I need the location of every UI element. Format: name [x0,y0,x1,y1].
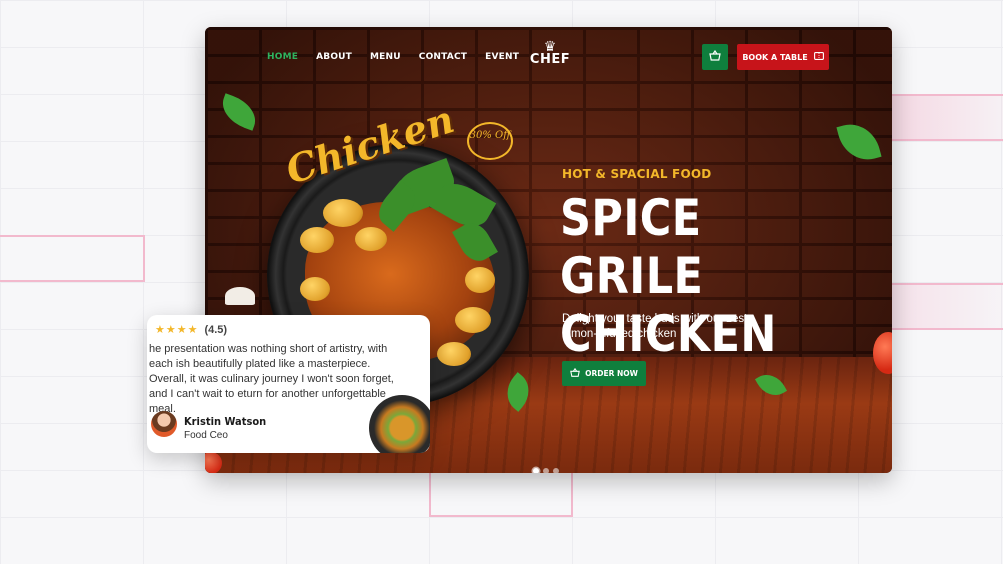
potato [355,227,387,251]
hero-description: Delight your taste buds with our zesty l… [562,313,754,340]
decor-fade [890,283,1003,330]
logo-text: CHEF [529,52,571,67]
slider-dot[interactable] [533,468,539,473]
nav-contact[interactable]: CONTACT [419,52,467,62]
decor-box [0,235,145,282]
reviewer-name: Kristin Watson [184,415,267,428]
potato [300,227,334,253]
main-nav: HOME ABOUT MENU CONTACT EVENT [267,52,519,62]
book-table-label: BOOK A TABLE [742,52,808,62]
potato [455,307,491,333]
potato [437,342,471,366]
slider-dot[interactable] [543,468,549,473]
order-now-label: ORDER NOW [585,369,638,378]
slider-dots [533,468,559,473]
decor-box [429,472,573,517]
book-table-button[interactable]: BOOK A TABLE [737,44,829,70]
basket-icon [709,49,721,65]
chef-hat-icon: ♛ [543,38,557,54]
nav-menu[interactable]: MENU [370,52,401,62]
rating-value: (4.5) [204,323,228,336]
cart-button[interactable] [702,44,728,70]
tomato [205,452,222,473]
review-dish-image [369,395,430,453]
nav-event[interactable]: EVENT [485,52,519,62]
order-now-button[interactable]: ORDER NOW [562,361,646,386]
star-rating-icons: ★★★★ [155,324,199,336]
review-text: he presentation was nothing short of art… [149,343,394,415]
basket-icon [570,367,580,380]
mushroom [225,287,255,305]
review-rating: ★★★★ (4.5) [155,323,228,337]
review-card: ★★★★ (4.5) he presentation was nothing s… [147,315,430,453]
headline-line-1: SPICE GRILE [560,189,704,305]
potato [300,277,330,301]
ticket-icon [813,52,824,62]
chef-logo[interactable]: ♛ CHEF [527,39,573,75]
potato [323,199,363,227]
decor-fade [890,94,1003,141]
discount-badge: 30% Off [467,122,513,160]
nav-about[interactable]: ABOUT [316,52,352,62]
avatar [151,411,177,437]
hero-kicker: HOT & SPACIAL FOOD [562,167,712,181]
potato [465,267,495,293]
nav-home[interactable]: HOME [267,52,298,62]
slider-dot[interactable] [553,468,559,473]
reviewer-role: Food Ceo [184,430,228,441]
